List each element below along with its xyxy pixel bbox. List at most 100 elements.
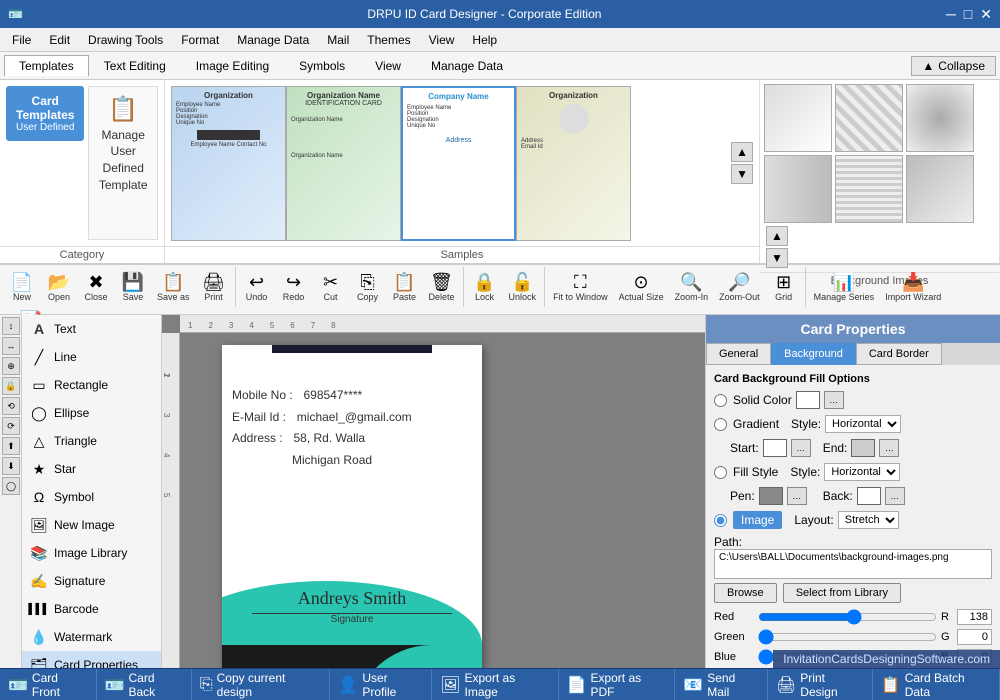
draw-card-properties[interactable]: 🗂 Card Properties (22, 651, 161, 668)
card-front-btn[interactable]: 🪪 Card Front (0, 669, 97, 700)
canvas-area[interactable]: 1 2 3 4 5 6 7 8 1 2 3 4 5 (162, 315, 705, 668)
tab-manage-data[interactable]: Manage Data (416, 55, 518, 76)
scroll-up-btn[interactable]: ▲ (731, 142, 753, 162)
copy-btn[interactable]: ⎘ Copy (350, 270, 386, 305)
draw-barcode[interactable]: ▌▌▌ Barcode (22, 595, 161, 623)
maximize-btn[interactable]: □ (964, 6, 972, 23)
red-slider[interactable] (758, 609, 937, 625)
draw-signature[interactable]: ✍ Signature (22, 567, 161, 595)
tab-text-editing[interactable]: Text Editing (89, 55, 181, 76)
draw-triangle[interactable]: △ Triangle (22, 427, 161, 455)
close-btn[interactable]: ✕ (980, 6, 992, 23)
select-library-btn[interactable]: Select from Library (783, 583, 901, 603)
draw-watermark[interactable]: 💧 Watermark (22, 623, 161, 651)
lt-btn-5[interactable]: ⟲ (2, 397, 20, 415)
undo-btn[interactable]: ↩ Undo (239, 270, 275, 305)
pen-color-btn[interactable]: … (787, 487, 807, 505)
draw-rectangle[interactable]: ▭ Rectangle (22, 371, 161, 399)
user-profile-btn[interactable]: 👤 User Profile (330, 669, 432, 700)
zoom-in-btn[interactable]: 🔍 Zoom-In (670, 270, 714, 305)
props-tab-card-border[interactable]: Card Border (856, 343, 942, 365)
lt-btn-2[interactable]: ↔ (2, 337, 20, 355)
export-pdf-btn[interactable]: 📄 Export as PDF (559, 669, 676, 700)
solid-color-picker-btn[interactable]: … (824, 391, 844, 409)
open-btn[interactable]: 📂 Open (41, 270, 77, 305)
menu-file[interactable]: File (4, 31, 39, 49)
layout-select[interactable]: Stretch Tile Center Zoom (838, 511, 899, 529)
card-batch-btn[interactable]: 📋 Card Batch Data (873, 669, 1000, 700)
save-btn[interactable]: 💾 Save (115, 270, 151, 305)
cut-btn[interactable]: ✂ Cut (313, 270, 349, 305)
menu-format[interactable]: Format (173, 31, 227, 49)
red-value-input[interactable] (957, 609, 992, 625)
bg-thumb-6[interactable] (906, 155, 974, 223)
fill-style-radio[interactable] (714, 466, 727, 479)
lt-btn-9[interactable]: ◯ (2, 477, 20, 495)
back-color-btn[interactable]: … (885, 487, 905, 505)
manage-series-btn[interactable]: 📊 Manage Series (809, 270, 880, 305)
draw-symbol[interactable]: Ω Symbol (22, 483, 161, 511)
sample-card-1[interactable]: Organization Employee Name Position Desi… (171, 86, 286, 241)
close-doc-btn[interactable]: ✖ Close (78, 270, 114, 305)
gradient-end-box[interactable] (851, 439, 875, 457)
draw-ellipse[interactable]: ◯ Ellipse (22, 399, 161, 427)
bg-scroll-down[interactable]: ▼ (766, 248, 788, 268)
lt-btn-8[interactable]: ⬇ (2, 457, 20, 475)
draw-star[interactable]: ★ Star (22, 455, 161, 483)
bg-scroll-up[interactable]: ▲ (766, 226, 788, 246)
delete-btn[interactable]: 🗑 Delete (424, 270, 460, 305)
gradient-start-box[interactable] (763, 439, 787, 457)
card-back-btn[interactable]: 🪪 Card Back (97, 669, 192, 700)
tab-image-editing[interactable]: Image Editing (181, 55, 284, 76)
copy-design-btn[interactable]: ⎘ Copy current design (192, 669, 331, 700)
collapse-button[interactable]: ▲ Collapse (911, 56, 996, 76)
zoom-out-btn[interactable]: 🔎 Zoom-Out (714, 270, 765, 305)
tab-symbols[interactable]: Symbols (284, 55, 360, 76)
unlock-btn[interactable]: 🔓 Unlock (504, 270, 542, 305)
card-templates-btn[interactable]: Card Templates User Defined (6, 86, 84, 141)
bg-thumb-2[interactable] (835, 84, 903, 152)
sample-card-3[interactable]: Company Name Employee Name Position Desi… (401, 86, 516, 241)
sample-card-2[interactable]: Organization Name IDENTIFICATION CARD Or… (286, 86, 401, 241)
bg-thumb-5[interactable] (835, 155, 903, 223)
draw-line[interactable]: ╱ Line (22, 343, 161, 371)
bg-thumb-3[interactable] (906, 84, 974, 152)
green-slider[interactable] (758, 629, 937, 645)
grid-btn[interactable]: ⊞ Grid (766, 270, 802, 305)
browse-btn[interactable]: Browse (714, 583, 777, 603)
blue-slider[interactable] (758, 649, 937, 665)
gradient-start-btn[interactable]: … (791, 439, 811, 457)
props-tab-general[interactable]: General (706, 343, 771, 365)
actual-size-btn[interactable]: ⊙ Actual Size (614, 270, 669, 305)
menu-edit[interactable]: Edit (41, 31, 78, 49)
menu-themes[interactable]: Themes (359, 31, 418, 49)
menu-help[interactable]: Help (464, 31, 505, 49)
blue-value-input[interactable] (957, 649, 992, 665)
import-wizard-btn[interactable]: 📥 Import Wizard (880, 270, 946, 305)
paste-btn[interactable]: 📋 Paste (387, 270, 423, 305)
minimize-btn[interactable]: ─ (946, 6, 956, 23)
redo-btn[interactable]: ↪ Redo (276, 270, 312, 305)
menu-mail[interactable]: Mail (319, 31, 357, 49)
save-as-btn[interactable]: 📋 Save as (152, 270, 195, 305)
back-color-box[interactable] (857, 487, 881, 505)
print-btn[interactable]: 🖨 Print (196, 270, 232, 305)
draw-image-library[interactable]: 📚 Image Library (22, 539, 161, 567)
menu-drawing-tools[interactable]: Drawing Tools (80, 31, 171, 49)
fill-style-select[interactable]: Horizontal Vertical (824, 463, 900, 481)
tab-view[interactable]: View (360, 55, 416, 76)
card-canvas[interactable]: Mobile No : 698547**** E-Mail Id : micha… (222, 345, 482, 668)
menu-manage-data[interactable]: Manage Data (229, 31, 317, 49)
solid-color-box[interactable] (796, 391, 820, 409)
props-tab-background[interactable]: Background (771, 343, 856, 365)
lt-btn-1[interactable]: ↕ (2, 317, 20, 335)
lt-btn-3[interactable]: ⊕ (2, 357, 20, 375)
solid-color-radio[interactable] (714, 394, 727, 407)
gradient-end-btn[interactable]: … (879, 439, 899, 457)
draw-text[interactable]: A Text (22, 315, 161, 343)
scroll-down-btn[interactable]: ▼ (731, 164, 753, 184)
lt-btn-4[interactable]: 🔒 (2, 377, 20, 395)
gradient-style-select[interactable]: Horizontal Vertical Diagonal (825, 415, 901, 433)
lock-btn[interactable]: 🔒 Lock (467, 270, 503, 305)
gradient-radio[interactable] (714, 418, 727, 431)
